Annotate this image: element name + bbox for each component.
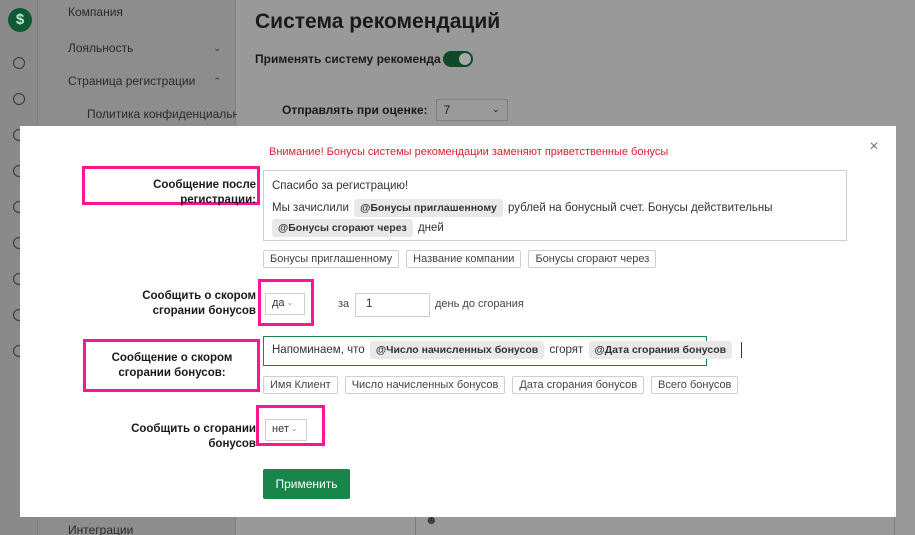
- variable-chip[interactable]: @Число начисленных бонусов: [369, 340, 545, 359]
- notify-soon-label: Сообщить о скором сгорании бонусов: [142, 290, 256, 317]
- apply-system-label: Применять систему рекоменда: [255, 52, 441, 66]
- apply-system-toggle[interactable]: [442, 51, 473, 67]
- chevron-up-icon: ⌃: [213, 76, 221, 86]
- after-registration-message-input[interactable]: Спасибо за регистрацию! Мы зачислили @Бо…: [263, 170, 847, 241]
- send-on-rating-select[interactable]: 7 ⌄: [435, 99, 508, 121]
- variable-chip[interactable]: @Дата сгорания бонусов: [588, 340, 733, 359]
- notify-burn-label: Сообщить о сгорании бонусов: [131, 423, 256, 450]
- app-logo-icon[interactable]: $: [8, 8, 32, 32]
- text-cursor: [741, 341, 743, 358]
- chevron-down-icon: ⌄: [286, 298, 294, 307]
- insert-tag-button[interactable]: Название компании: [406, 250, 522, 268]
- dashboard-icon[interactable]: [13, 57, 25, 69]
- send-on-rating-value: 7: [443, 103, 451, 117]
- sidebar-item-integrations[interactable]: Интеграции: [68, 523, 133, 535]
- after-registration-line-3: @Бонусы сгорают через дней: [272, 217, 838, 239]
- insert-tag-button[interactable]: Имя Клиент: [263, 376, 338, 394]
- chevron-down-icon: ⌄: [491, 104, 500, 114]
- notify-soon-value: да: [272, 297, 285, 309]
- notify-burn-select[interactable]: нет ⌄: [265, 419, 307, 441]
- variable-chip[interactable]: @Бонусы сгорают через: [272, 218, 413, 237]
- chevron-down-icon: ⌄: [290, 424, 298, 433]
- sidebar-item-privacy-policy[interactable]: Политика конфиденциальност: [87, 107, 257, 121]
- days-before-input[interactable]: 1: [355, 293, 430, 317]
- after-registration-line-1: Спасибо за регистрацию!: [272, 180, 409, 192]
- insert-tag-button[interactable]: Бонусы приглашенному: [263, 250, 400, 268]
- close-icon[interactable]: ×: [867, 139, 881, 155]
- notify-soon-select[interactable]: да ⌄: [265, 293, 305, 315]
- recommendation-settings-modal: × Внимание! Бонусы системы рекомендации …: [20, 126, 896, 517]
- apply-system-row: Применять систему рекоменда: [255, 51, 473, 67]
- sidebar-item-registration-page[interactable]: Страница регистрации: [68, 74, 195, 88]
- send-on-rating-label: Отправлять при оценке:: [282, 103, 428, 117]
- after-registration-tags: Бонусы приглашенному Название компании Б…: [263, 250, 657, 268]
- insert-tag-button[interactable]: Дата сгорания бонусов: [512, 376, 645, 394]
- clients-icon[interactable]: [13, 93, 25, 105]
- after-registration-line-2: Мы зачислили @Бонусы приглашенному рубле…: [272, 197, 838, 219]
- after-registration-text: дней: [417, 222, 444, 234]
- after-registration-text: Мы зачислили: [272, 202, 349, 214]
- variable-chip[interactable]: @Бонусы приглашенному: [354, 198, 503, 217]
- after-registration-text: рублей на бонусный счет. Бонусы действит…: [508, 202, 773, 214]
- chevron-down-icon: ⌄: [213, 43, 221, 53]
- days-prefix-label: за: [338, 298, 350, 310]
- after-registration-label: Сообщение после регистрации:: [153, 179, 256, 206]
- send-on-rating-row: Отправлять при оценке: 7 ⌄: [282, 99, 508, 121]
- soon-message-text: Напоминаем, что: [272, 344, 365, 356]
- warning-message: Внимание! Бонусы системы рекомендации за…: [269, 146, 669, 158]
- apply-button[interactable]: Применить: [263, 469, 350, 499]
- soon-message-input[interactable]: Напоминаем, что @Число начисленных бонус…: [263, 336, 743, 366]
- notify-burn-value: нет: [272, 423, 289, 435]
- days-suffix-label: день до сгорания: [435, 298, 524, 310]
- insert-tag-button[interactable]: Бонусы сгорают через: [528, 250, 657, 268]
- sidebar-item-loyalty[interactable]: Лояльность: [68, 41, 133, 55]
- insert-tag-button[interactable]: Число начисленных бонусов: [344, 376, 506, 394]
- insert-tag-button[interactable]: Всего бонусов: [651, 376, 739, 394]
- soon-message-tags: Имя Клиент Число начисленных бонусов Дат…: [263, 376, 739, 394]
- soon-message-label: Сообщение о скором сгорании бонусов:: [111, 352, 233, 379]
- sidebar-item-company[interactable]: Компания: [68, 5, 123, 19]
- page-title: Система рекомендаций: [255, 10, 501, 33]
- soon-message-text: сгорят: [549, 344, 584, 356]
